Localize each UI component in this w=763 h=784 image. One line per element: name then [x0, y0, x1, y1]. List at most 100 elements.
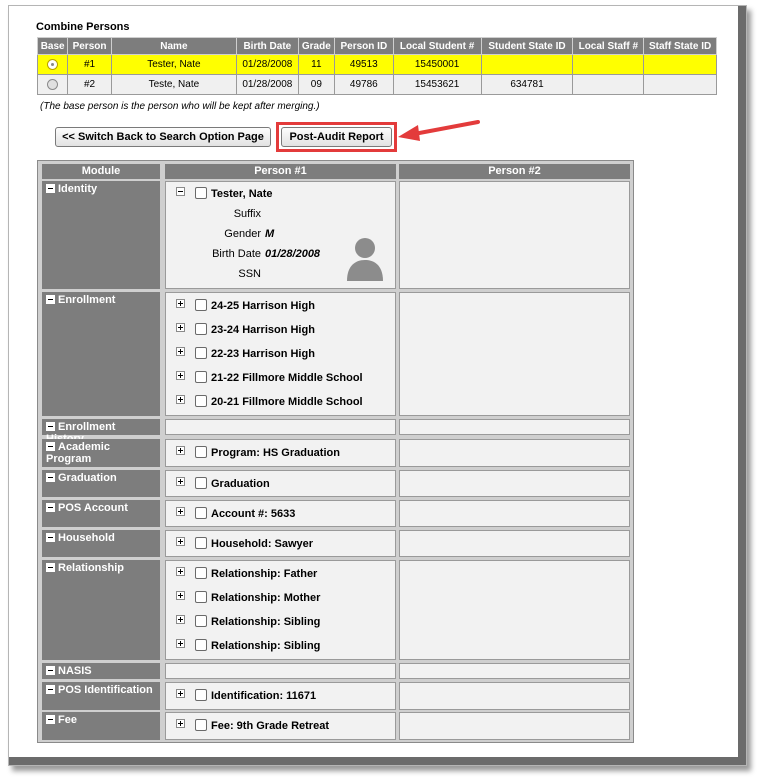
- gender-value: M: [265, 228, 275, 240]
- person-row[interactable]: #2 Teste, Nate 01/28/2008 09 49786 15453…: [36, 74, 717, 95]
- item-checkbox[interactable]: [195, 615, 207, 627]
- module-relationship[interactable]: Relationship: [42, 560, 160, 660]
- module-item[interactable]: 21-22 Fillmore Middle School: [176, 370, 363, 386]
- collapse-icon[interactable]: [46, 442, 55, 451]
- module-academic-program[interactable]: Academic Program: [42, 439, 160, 467]
- item-checkbox[interactable]: [195, 567, 207, 579]
- collapse-icon[interactable]: [46, 666, 55, 675]
- module-item[interactable]: Relationship: Father: [176, 566, 317, 582]
- module-item[interactable]: 20-21 Fillmore Middle School: [176, 394, 363, 410]
- module-item[interactable]: 24-25 Harrison High: [176, 298, 315, 314]
- module-person2-cell: [399, 292, 630, 416]
- module-item[interactable]: Relationship: Sibling: [176, 614, 320, 630]
- module-enrollment-history[interactable]: Enrollment History: [42, 419, 160, 445]
- person-row[interactable]: #1 Tester, Nate 01/28/2008 11 49513 1545…: [36, 54, 717, 75]
- identity-checkbox[interactable]: [195, 187, 207, 199]
- module-graduation[interactable]: Graduation: [42, 470, 160, 497]
- collapse-icon[interactable]: [46, 473, 55, 482]
- item-checkbox[interactable]: [195, 639, 207, 651]
- module-label: POS Account: [58, 502, 128, 514]
- module-item[interactable]: Account #: 5633: [176, 506, 295, 522]
- module-pos-identification[interactable]: POS Identification: [42, 682, 160, 710]
- item-checkbox[interactable]: [195, 536, 207, 549]
- expand-icon[interactable]: [176, 567, 185, 576]
- module-item[interactable]: 22-23 Harrison High: [176, 346, 315, 362]
- base-radio-selected[interactable]: [47, 58, 59, 70]
- module-label: Fee: [58, 714, 77, 726]
- base-radio-cell[interactable]: [36, 54, 69, 75]
- module-nasis[interactable]: NASIS: [42, 663, 160, 679]
- module-enrollment[interactable]: Enrollment: [42, 292, 160, 416]
- module-person1-cell: Account #: 5633: [165, 500, 396, 527]
- expand-icon[interactable]: [176, 476, 185, 486]
- module-person1-cell: Fee: 9th Grade Retreat: [165, 712, 396, 740]
- birth-date-label: Birth Date: [212, 248, 261, 260]
- module-item[interactable]: Relationship: Sibling: [176, 638, 320, 654]
- identity-item[interactable]: Tester, Nate: [176, 186, 273, 202]
- collapse-icon[interactable]: [46, 563, 55, 572]
- expand-icon[interactable]: [176, 446, 185, 455]
- item-checkbox[interactable]: [195, 395, 207, 407]
- collapse-icon[interactable]: [46, 685, 55, 694]
- item-checkbox[interactable]: [195, 689, 207, 701]
- person1-column-header: Person #1: [165, 164, 396, 179]
- expand-icon[interactable]: [176, 347, 185, 356]
- module-item[interactable]: 23-24 Harrison High: [176, 322, 315, 338]
- item-checkbox[interactable]: [195, 347, 207, 359]
- expand-icon[interactable]: [176, 615, 185, 624]
- expand-icon[interactable]: [176, 371, 185, 380]
- expand-icon[interactable]: [176, 506, 185, 516]
- collapse-icon[interactable]: [46, 503, 55, 512]
- collapse-icon[interactable]: [176, 187, 185, 196]
- module-item[interactable]: Graduation: [176, 476, 270, 492]
- local-student-number: 15453621: [392, 74, 482, 95]
- base-radio-cell[interactable]: [36, 74, 69, 95]
- item-label: Identification: 11671: [211, 690, 317, 702]
- expand-icon[interactable]: [176, 639, 185, 648]
- module-fee[interactable]: Fee: [42, 712, 160, 740]
- item-checkbox[interactable]: [195, 446, 207, 458]
- expand-icon[interactable]: [176, 591, 185, 600]
- item-checkbox[interactable]: [195, 506, 207, 519]
- base-person-note: (The base person is the person who will …: [40, 101, 320, 112]
- module-item[interactable]: Household: Sawyer: [176, 536, 313, 552]
- module-person1-cell: Household: Sawyer: [165, 530, 396, 557]
- module-identity[interactable]: Identity: [42, 181, 160, 289]
- expand-icon[interactable]: [176, 395, 185, 404]
- collapse-icon[interactable]: [46, 295, 55, 304]
- module-item[interactable]: Program: HS Graduation: [176, 445, 340, 461]
- module-label: NASIS: [58, 665, 92, 677]
- item-label: Graduation: [211, 477, 270, 490]
- module-person2-cell: [399, 560, 630, 660]
- module-person2-cell: [399, 682, 630, 710]
- col-header: Name: [110, 37, 238, 55]
- expand-icon[interactable]: [176, 719, 185, 728]
- base-radio[interactable]: [47, 78, 59, 90]
- expand-icon[interactable]: [176, 689, 185, 698]
- item-label: Fee: 9th Grade Retreat: [211, 720, 329, 732]
- person-name: Teste, Nate: [110, 74, 238, 95]
- module-item[interactable]: Relationship: Mother: [176, 590, 320, 606]
- module-item[interactable]: Fee: 9th Grade Retreat: [176, 718, 329, 734]
- expand-icon[interactable]: [176, 536, 185, 546]
- expand-icon[interactable]: [176, 323, 185, 332]
- collapse-icon[interactable]: [46, 422, 55, 431]
- module-household[interactable]: Household: [42, 530, 160, 557]
- item-checkbox[interactable]: [195, 476, 207, 489]
- module-item[interactable]: Identification: 11671: [176, 688, 316, 704]
- item-checkbox[interactable]: [195, 591, 207, 603]
- frame-shadow-right: [738, 6, 746, 765]
- item-checkbox[interactable]: [195, 719, 207, 731]
- merge-modules-panel: Module Person #1 Person #2 Identity Test…: [37, 160, 634, 743]
- expand-icon[interactable]: [176, 299, 185, 308]
- item-checkbox[interactable]: [195, 299, 207, 311]
- item-checkbox[interactable]: [195, 371, 207, 383]
- person-avatar-icon: [347, 238, 383, 281]
- module-person1-cell: [165, 663, 396, 679]
- collapse-icon[interactable]: [46, 715, 55, 724]
- item-checkbox[interactable]: [195, 323, 207, 335]
- collapse-icon[interactable]: [46, 184, 55, 193]
- switch-back-button[interactable]: << Switch Back to Search Option Page: [55, 127, 271, 147]
- module-pos-account[interactable]: POS Account: [42, 500, 160, 527]
- collapse-icon[interactable]: [46, 533, 55, 542]
